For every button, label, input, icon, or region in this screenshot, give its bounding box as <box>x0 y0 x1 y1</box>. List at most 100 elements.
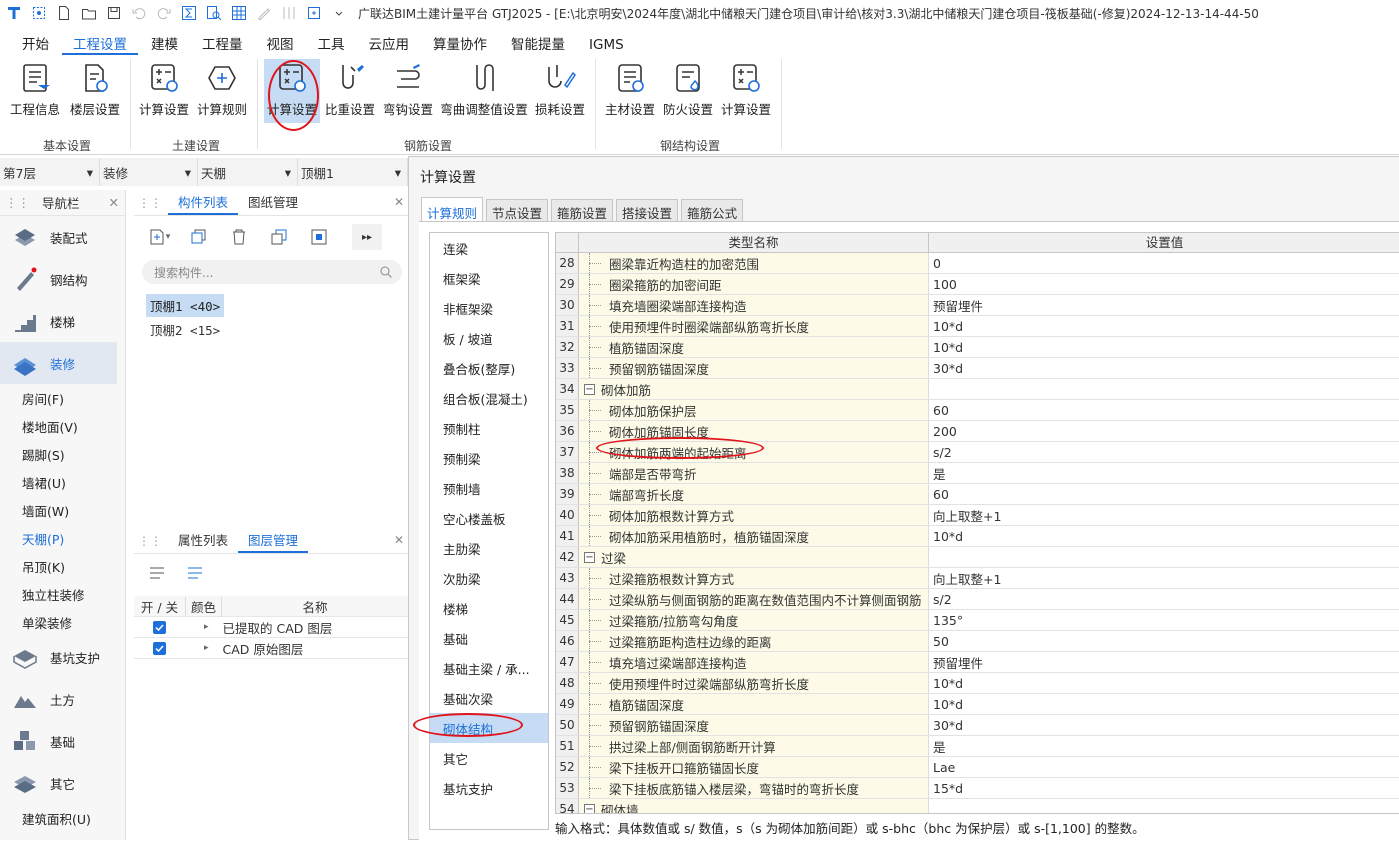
customize-arrow-icon[interactable] <box>328 2 350 24</box>
menu-modeling[interactable]: 建模 <box>140 33 189 55</box>
tab-drawing-management[interactable]: 图纸管理 <box>238 192 308 215</box>
columns-icon[interactable] <box>278 2 300 24</box>
nav-sub-floor[interactable]: 楼地面(V) <box>0 412 125 440</box>
grid-row[interactable]: 32 植筋锚固深度 10*d <box>556 337 1399 358</box>
nav-sub-column-decoration[interactable]: 独立柱装修 <box>0 580 125 608</box>
category-item[interactable]: 连梁 <box>430 233 548 263</box>
setting-value[interactable]: 是 <box>929 463 1399 483</box>
setting-value[interactable]: 60 <box>929 400 1399 420</box>
collapse-icon[interactable]: − <box>584 551 595 563</box>
grid-row[interactable]: 51 拱过梁上部/侧面钢筋断开计算 是 <box>556 736 1399 757</box>
setting-value[interactable]: 10*d <box>929 694 1399 714</box>
nav-sub-room[interactable]: 房间(F) <box>0 384 125 412</box>
setting-value[interactable]: s/2 <box>929 442 1399 462</box>
expand-arrow-icon[interactable]: ▸ <box>204 643 209 653</box>
setting-value[interactable]: 200 <box>929 421 1399 441</box>
grid-row[interactable]: 44 过梁纵筋与侧面钢筋的距离在数值范围内不计算侧面钢筋 s/2 <box>556 589 1399 610</box>
grid-row[interactable]: 41 砌体加筋采用植筋时，植筋锚固深度 10*d <box>556 526 1399 547</box>
category-item[interactable]: 预制墙 <box>430 473 548 503</box>
tab-stirrup-settings[interactable]: 箍筋设置 <box>551 199 614 221</box>
close-icon[interactable]: ✕ <box>109 195 119 210</box>
layer-toggle-checkbox[interactable] <box>153 620 166 634</box>
nav-item-steel[interactable]: 钢结构 <box>0 258 125 300</box>
category-item[interactable]: 基础次梁 <box>430 683 548 713</box>
delete-component-icon[interactable] <box>224 224 254 250</box>
category-item[interactable]: 空心楼盖板 <box>430 503 548 533</box>
open-folder-icon[interactable] <box>78 2 100 24</box>
show-layers-icon[interactable] <box>142 560 172 586</box>
setting-value[interactable]: 10*d <box>929 337 1399 357</box>
grid-row[interactable]: 29 圈梁箍筋的加密间距 100 <box>556 274 1399 295</box>
nav-sub-ceiling[interactable]: 天棚(P) <box>0 524 125 552</box>
category-item[interactable]: 其它 <box>430 743 548 773</box>
copy-layer-icon[interactable] <box>264 224 294 250</box>
grid-group-row[interactable]: 42− 过梁 <box>556 547 1399 568</box>
tab-calc-rules[interactable]: 计算规则 <box>421 197 484 221</box>
formula-icon[interactable] <box>178 2 200 24</box>
main-material-settings-button[interactable]: 主材设置 <box>602 59 658 123</box>
setting-value[interactable]: 10*d <box>929 673 1399 693</box>
category-item[interactable]: 非框架梁 <box>430 293 548 323</box>
expand-icon[interactable]: ▸▸ <box>352 224 382 250</box>
setting-value[interactable]: 是 <box>929 736 1399 756</box>
menu-quantities[interactable]: 工程量 <box>191 33 254 55</box>
grid-row[interactable]: 49 植筋锚固深度 10*d <box>556 694 1399 715</box>
component-item[interactable]: 顶棚2 <15> <box>146 318 224 341</box>
category-item[interactable]: 预制柱 <box>430 413 548 443</box>
nav-sub-beam-decoration[interactable]: 单梁装修 <box>0 608 125 636</box>
undo-icon[interactable] <box>128 2 150 24</box>
grid-row[interactable]: 39 端部弯折长度 60 <box>556 484 1399 505</box>
setting-value[interactable]: 预留埋件 <box>929 295 1399 315</box>
import-component-icon[interactable] <box>304 224 334 250</box>
grid-row[interactable]: 33 预留钢筋锚固深度 30*d <box>556 358 1399 379</box>
nav-sub-skirting[interactable]: 踢脚(S) <box>0 440 125 468</box>
grid-row[interactable]: 46 过梁箍筋距构造柱边缘的距离 50 <box>556 631 1399 652</box>
grid-row[interactable]: 38 端部是否带弯折 是 <box>556 463 1399 484</box>
redo-icon[interactable] <box>153 2 175 24</box>
capture-icon[interactable] <box>28 2 50 24</box>
tab-properties[interactable]: 属性列表 <box>168 530 238 553</box>
bend-adjust-settings-button[interactable]: 弯曲调整值设置 <box>438 59 530 123</box>
new-file-icon[interactable] <box>53 2 75 24</box>
tab-layer-management[interactable]: 图层管理 <box>238 530 309 553</box>
setting-value[interactable]: 10*d <box>929 316 1399 336</box>
nav-item-stairs[interactable]: 楼梯 <box>0 300 125 342</box>
hide-layers-icon[interactable] <box>180 560 210 586</box>
grid-row[interactable]: 45 过梁箍筋/拉筋弯勾角度 135° <box>556 610 1399 631</box>
setting-value[interactable]: 30*d <box>929 715 1399 735</box>
civil-calc-settings-button[interactable]: 计算设置 <box>136 59 192 123</box>
drag-handle-icon[interactable]: ⋮⋮ <box>134 534 168 553</box>
steel-calc-settings-button[interactable]: 计算设置 <box>718 59 774 123</box>
setting-value[interactable]: 向上取整+1 <box>929 505 1399 525</box>
grid-row[interactable]: 47 填充墙过梁端部连接构造 预留埋件 <box>556 652 1399 673</box>
tab-stirrup-formula[interactable]: 箍筋公式 <box>681 199 744 221</box>
grid-group-row[interactable]: 54− 砌体墙 <box>556 799 1399 813</box>
nav-item-other[interactable]: 其它 <box>0 762 125 804</box>
setting-value[interactable]: 60 <box>929 484 1399 504</box>
nav-sub-suspended-ceiling[interactable]: 吊顶(K) <box>0 552 125 580</box>
grid-row[interactable]: 40 砌体加筋根数计算方式 向上取整+1 <box>556 505 1399 526</box>
setting-value[interactable]: 50 <box>929 631 1399 651</box>
collapse-icon[interactable]: − <box>584 803 595 813</box>
category-item[interactable]: 叠合板(整厚) <box>430 353 548 383</box>
category-item[interactable]: 主肋梁 <box>430 533 548 563</box>
inspect-icon[interactable] <box>203 2 225 24</box>
category-item[interactable]: 组合板(混凝土) <box>430 383 548 413</box>
floor-dropdown[interactable]: 第7层 ▾ <box>0 158 100 186</box>
density-settings-button[interactable]: 比重设置 <box>322 59 378 123</box>
civil-calc-rules-button[interactable]: 计算规则 <box>194 59 250 123</box>
close-icon[interactable]: ✕ <box>394 195 404 209</box>
tab-lap-settings[interactable]: 搭接设置 <box>616 199 679 221</box>
menu-tools[interactable]: 工具 <box>307 33 356 55</box>
nav-item-prefab[interactable]: 装配式 <box>0 216 125 258</box>
floor-settings-button[interactable]: 楼层设置 <box>66 59 124 123</box>
nav-item-foundation-pit[interactable]: 基坑支护 <box>0 636 125 678</box>
grid-row[interactable]: 35 砌体加筋保护层 60 <box>556 400 1399 421</box>
category-dropdown[interactable]: 装修 ▾ <box>100 158 198 186</box>
grid-row[interactable]: 48 使用预埋件时过梁端部纵筋弯折长度 10*d <box>556 673 1399 694</box>
component-dropdown[interactable]: 顶棚1 ▾ <box>298 158 408 186</box>
setting-value[interactable]: 0 <box>929 253 1399 273</box>
loss-settings-button[interactable]: 损耗设置 <box>532 59 588 123</box>
fireproof-settings-button[interactable]: 防火设置 <box>660 59 716 123</box>
category-item[interactable]: 次肋梁 <box>430 563 548 593</box>
